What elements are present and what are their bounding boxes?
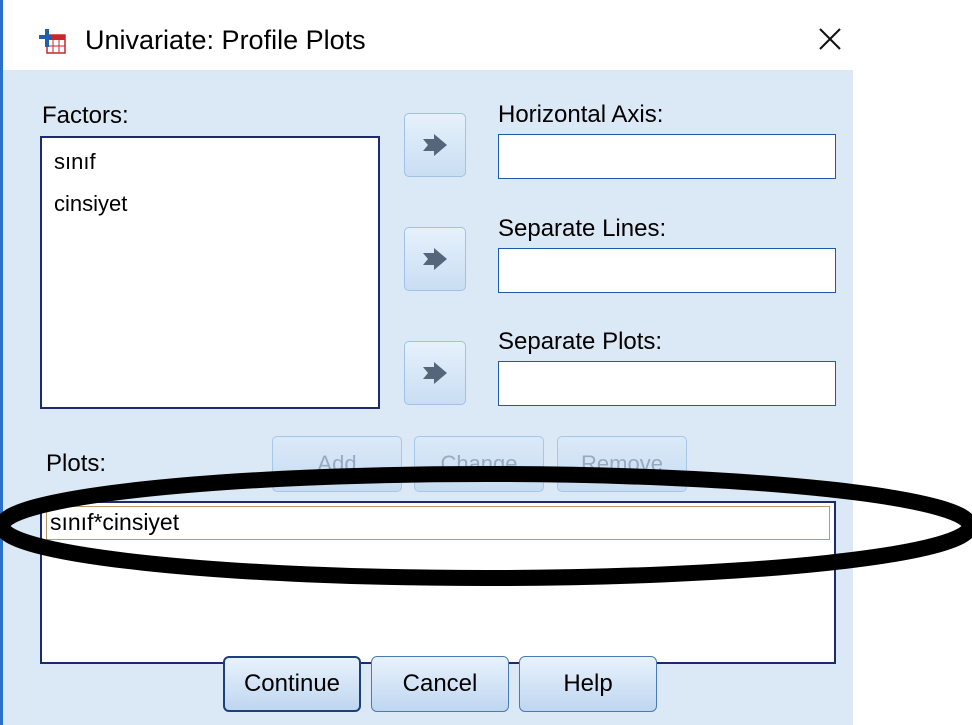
annotation-ellipse (0, 466, 972, 586)
continue-button[interactable]: Continue (223, 656, 361, 712)
cancel-button[interactable]: Cancel (371, 656, 509, 712)
help-button[interactable]: Help (519, 656, 657, 712)
